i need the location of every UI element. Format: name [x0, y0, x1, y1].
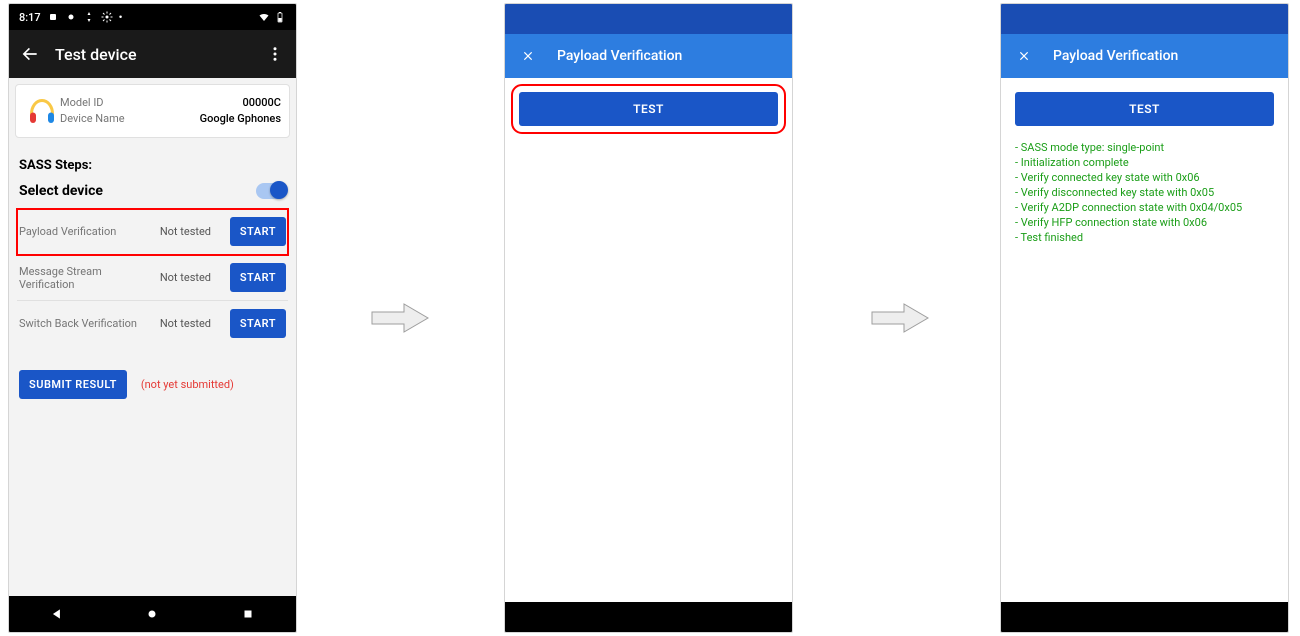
- page-title: Payload Verification: [1053, 48, 1178, 64]
- test-results: - SASS mode type: single-point - Initial…: [1001, 140, 1288, 245]
- status-bar: [1001, 4, 1288, 34]
- status-icon: [65, 11, 77, 23]
- nav-bar: [9, 596, 296, 632]
- phone-screen-3: Payload Verification TEST - SASS mode ty…: [1000, 3, 1289, 633]
- model-id-value: 00000C: [243, 95, 281, 111]
- flow-arrow-icon: [370, 300, 430, 336]
- close-icon[interactable]: [519, 49, 537, 63]
- back-icon[interactable]: [19, 44, 41, 64]
- start-button[interactable]: START: [230, 309, 286, 338]
- battery-icon: [274, 11, 286, 23]
- test-status: Not tested: [160, 271, 230, 284]
- submit-status: (not yet submitted): [141, 378, 234, 391]
- app-bar: Test device: [9, 30, 296, 78]
- result-line: - Initialization complete: [1015, 155, 1274, 170]
- wifi-icon: [258, 11, 270, 23]
- result-line: - Test finished: [1015, 230, 1274, 245]
- section-label: SASS Steps:: [9, 144, 296, 183]
- close-icon[interactable]: [1015, 49, 1033, 63]
- test-row-payload: Payload Verification Not tested START: [17, 209, 288, 255]
- app-bar: Payload Verification: [505, 34, 792, 78]
- result-line: - Verify disconnected key state with 0x0…: [1015, 185, 1274, 200]
- test-row-message-stream: Message Stream Verification Not tested S…: [17, 255, 288, 301]
- nav-home-icon[interactable]: [145, 607, 159, 621]
- select-device-label: Select device: [19, 183, 103, 199]
- submit-result-button[interactable]: SUBMIT RESULT: [19, 370, 127, 399]
- status-bar: [505, 4, 792, 34]
- result-line: - Verify connected key state with 0x06: [1015, 170, 1274, 185]
- device-name-value: Google Gphones: [200, 111, 281, 127]
- device-name-label: Device Name: [60, 111, 125, 127]
- flow-arrow-icon: [870, 300, 930, 336]
- start-button[interactable]: START: [230, 217, 286, 246]
- submit-area: SUBMIT RESULT (not yet submitted): [9, 346, 296, 423]
- page-title: Test device: [41, 45, 264, 64]
- nav-recent-icon[interactable]: [241, 607, 255, 621]
- device-card: Model ID 00000C Device Name Google Gphon…: [15, 84, 290, 138]
- result-line: - SASS mode type: single-point: [1015, 140, 1274, 155]
- app-bar: Payload Verification: [1001, 34, 1288, 78]
- nav-bar: [505, 602, 792, 632]
- result-line: - Verify HFP connection state with 0x06: [1015, 215, 1274, 230]
- phone-screen-1: 8:17 • Test device Model ID: [8, 3, 297, 633]
- result-line: - Verify A2DP connection state with 0x04…: [1015, 200, 1274, 215]
- page-title: Payload Verification: [557, 48, 682, 64]
- status-icon: [47, 11, 59, 23]
- nav-bar: [1001, 602, 1288, 632]
- status-bar: 8:17 •: [9, 4, 296, 30]
- test-row-switch-back: Switch Back Verification Not tested STAR…: [17, 301, 288, 346]
- test-name: Switch Back Verification: [19, 317, 160, 330]
- gear-icon: [101, 11, 113, 23]
- test-status: Not tested: [160, 225, 230, 238]
- select-device-toggle[interactable]: [256, 183, 286, 199]
- nav-back-icon[interactable]: [50, 607, 64, 621]
- overflow-menu-icon[interactable]: [264, 45, 286, 63]
- model-id-label: Model ID: [60, 95, 104, 111]
- test-name: Payload Verification: [19, 225, 160, 238]
- start-button[interactable]: START: [230, 263, 286, 292]
- select-device-row: Select device: [9, 183, 296, 209]
- phone-screen-2: Payload Verification TEST: [504, 3, 793, 633]
- test-status: Not tested: [160, 317, 230, 330]
- test-name: Message Stream Verification: [19, 265, 160, 291]
- test-button[interactable]: TEST: [519, 92, 778, 126]
- status-icon: [83, 11, 95, 23]
- headphones-icon: [24, 93, 60, 129]
- test-list: Payload Verification Not tested START Me…: [9, 209, 296, 346]
- test-button[interactable]: TEST: [1015, 92, 1274, 126]
- status-time: 8:17: [19, 11, 41, 24]
